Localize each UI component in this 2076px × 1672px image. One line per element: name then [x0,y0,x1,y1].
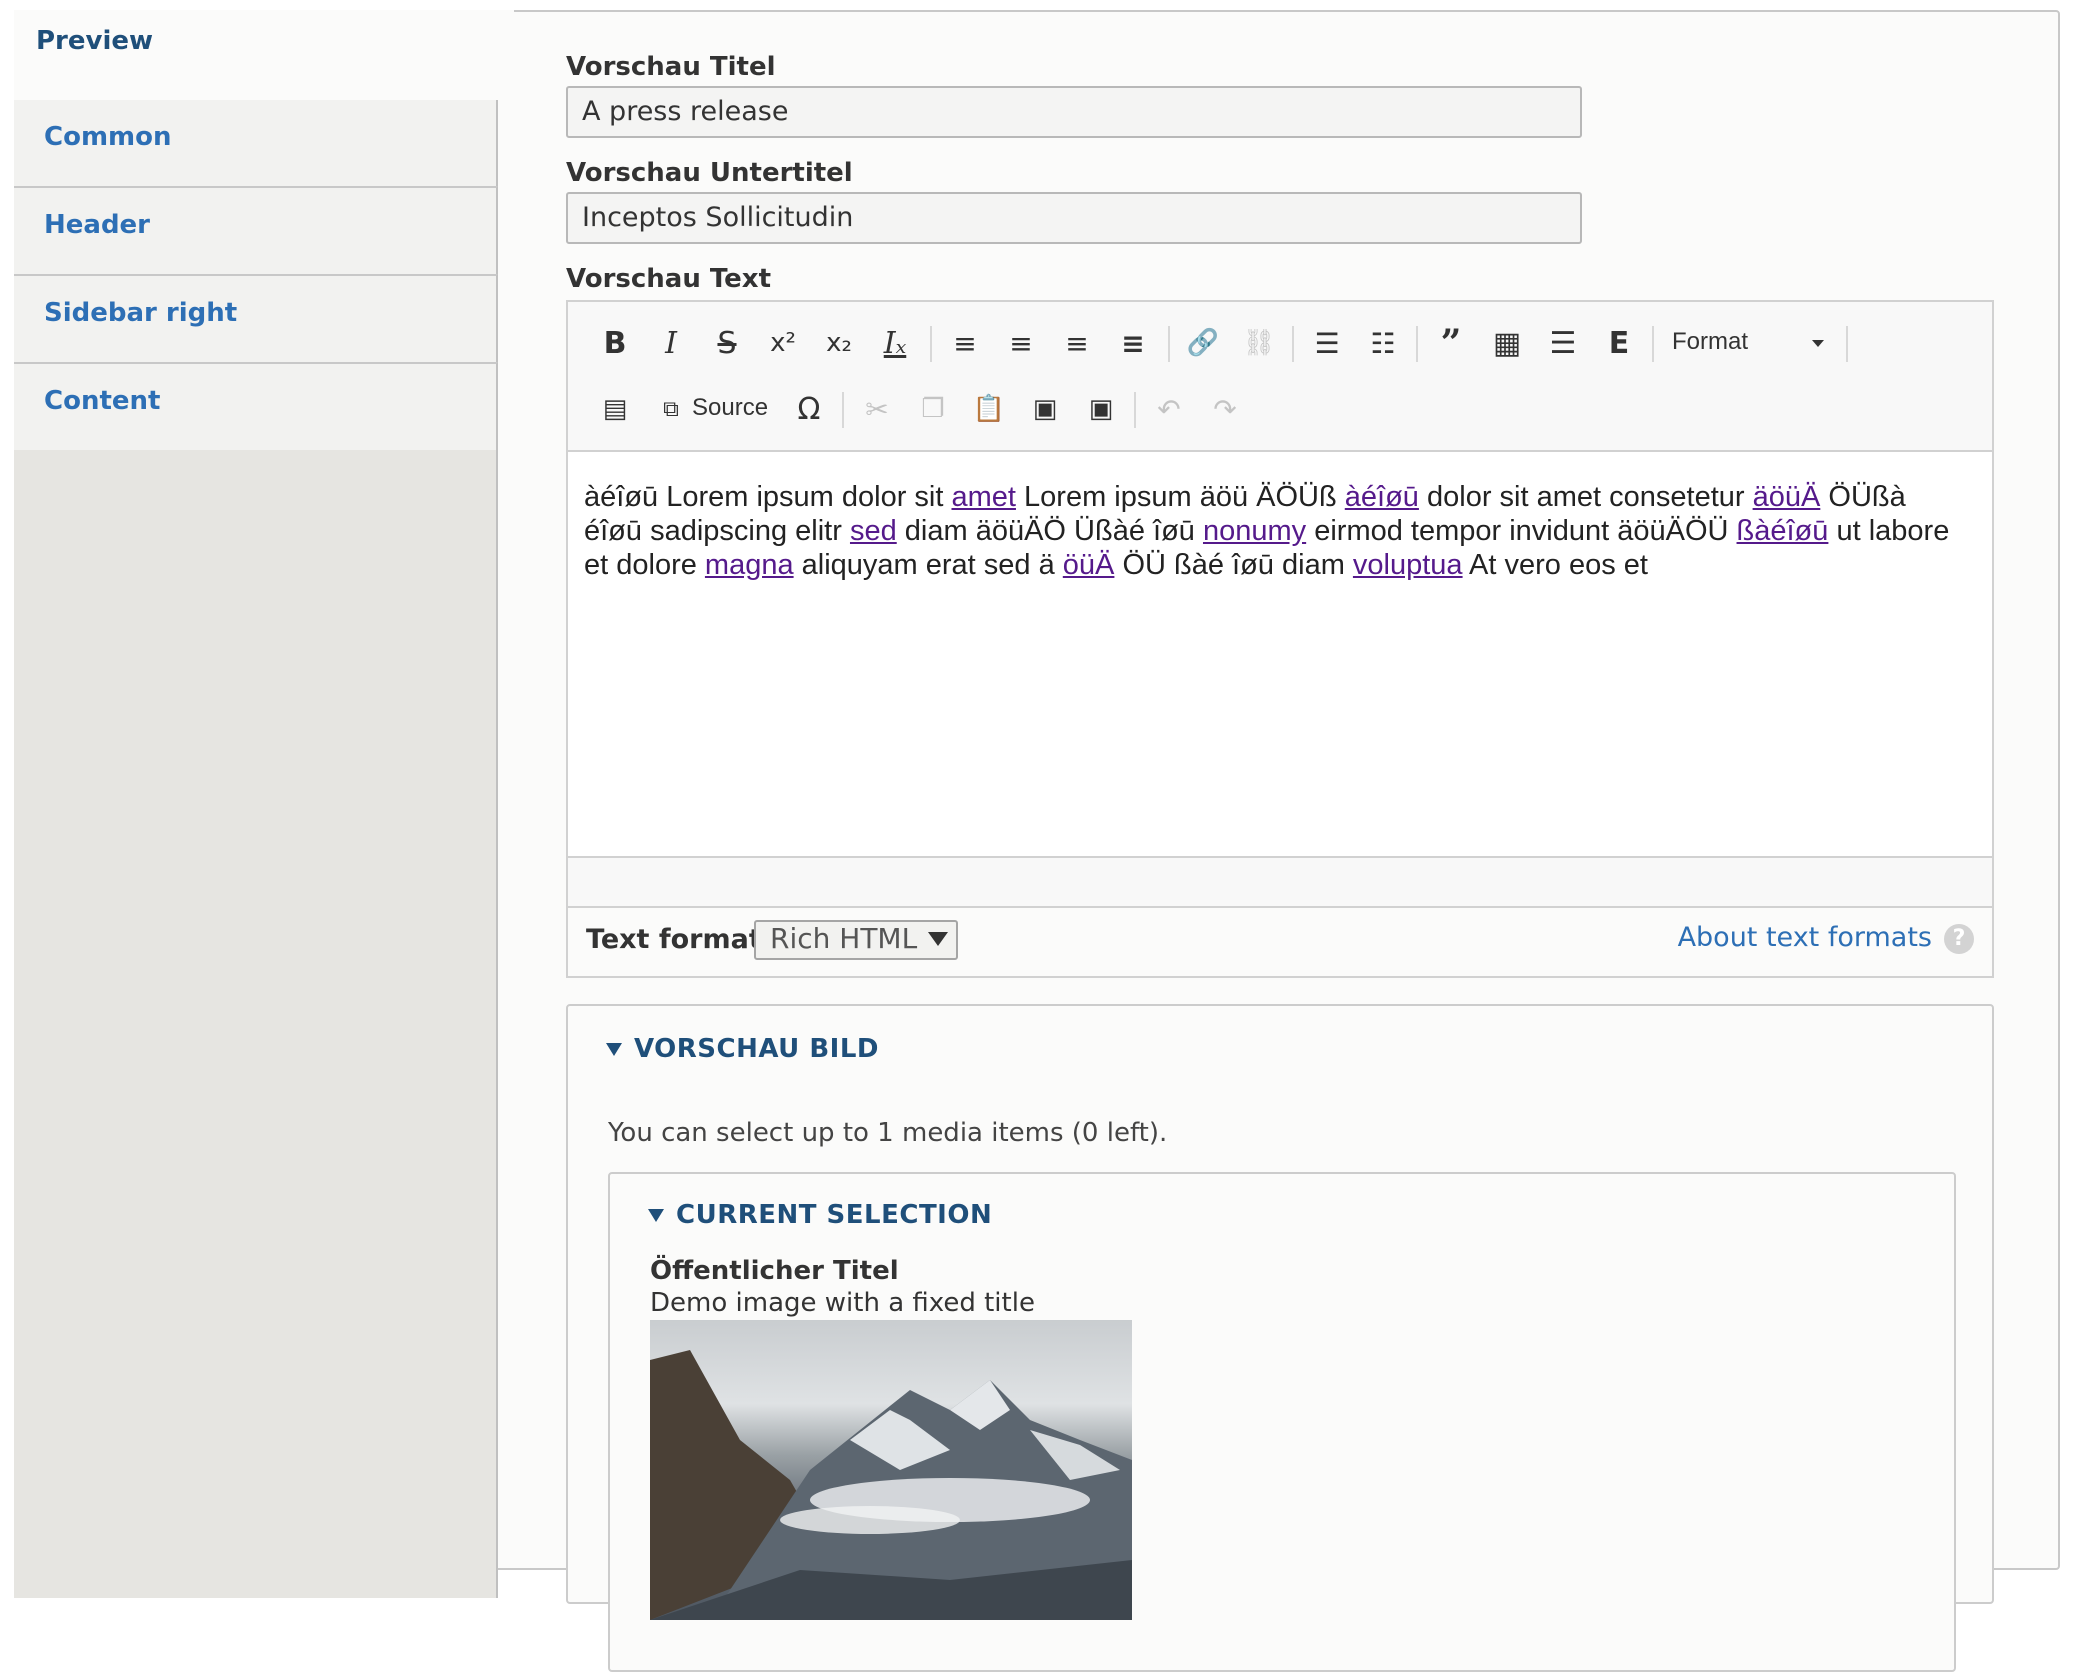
current-selection-label: CURRENT SELECTION [676,1200,993,1230]
format-dropdown[interactable]: Format [1672,328,1748,356]
media-item-title: Demo image with a fixed title [650,1288,1035,1318]
justify-icon[interactable]: ≡ [1110,320,1156,366]
media-summary[interactable]: VORSCHAU BILD [606,1034,879,1064]
subscript-icon[interactable]: x₂ [816,320,862,366]
tab-header[interactable]: Header [14,186,498,274]
editor-text: At vero eos et [1462,549,1648,581]
help-icon[interactable]: ? [1944,924,1974,954]
table-icon[interactable]: ▦ [1484,320,1530,366]
media-thumbnail-image[interactable] [650,1320,1132,1620]
editor-link[interactable]: äöüÄ [1753,481,1821,513]
vertical-tabs: Preview Common Header Sidebar right Cont… [14,10,514,1598]
paste-icon[interactable]: 📋 [966,386,1012,432]
toolbar-separator [930,326,932,362]
editor-text: Lorem ipsum äöü ÄÖÜß [1015,481,1345,513]
align-right-icon[interactable]: ≡ [942,320,988,366]
editor-text: eirmod tempor invidunt äöüÄÖÜ [1306,515,1737,547]
mountain-image [650,1350,1132,1620]
format-dropdown-arrow-icon[interactable] [1812,340,1824,347]
remove-format-icon[interactable]: Iₓ [872,320,918,366]
toolbar-separator [1292,326,1294,362]
align-center-icon[interactable]: ≡ [1054,320,1100,366]
redo-icon[interactable]: ↷ [1202,386,1248,432]
tab-preview[interactable]: Preview [14,10,514,100]
paste-text-icon[interactable]: ▣ [1022,386,1068,432]
text-format-selected: Rich HTML [770,922,918,955]
editor-link[interactable]: magna [705,549,794,581]
toolbar-separator [1168,326,1170,362]
toolbar-separator [1652,326,1654,362]
italic-icon[interactable]: I [648,320,694,366]
editor-link[interactable]: öüÄ [1063,549,1115,581]
media-summary-label: VORSCHAU BILD [634,1034,879,1064]
show-blocks-icon[interactable]: ▤ [592,386,638,432]
editor-link[interactable]: sed [850,515,897,547]
editor-link[interactable]: amet [951,481,1015,513]
align-left-icon[interactable]: ≡ [998,320,1044,366]
entity-embed-icon[interactable]: E [1596,320,1642,366]
bulleted-list-icon[interactable]: ☰ [1304,320,1350,366]
editor-text: dolor sit amet consetetur [1418,481,1753,513]
cut-icon[interactable]: ✂ [854,386,900,432]
toolbar-separator [842,392,844,428]
blockquote-icon[interactable]: ” [1428,320,1474,366]
current-selection-details: CURRENT SELECTION Öffentlicher Titel Dem… [608,1172,1956,1672]
editor-link[interactable]: voluptua [1353,549,1463,581]
text-format-select[interactable]: Rich HTML [754,920,958,960]
text-format-row: Text format Rich HTML About text formats… [566,906,1994,978]
toolbar-separator [1846,326,1848,362]
editor-content-area[interactable]: àéîøū Lorem ipsum dolor sit amet Lorem i… [584,480,1962,582]
rich-text-editor: B I S x² x₂ Iₓ ≡ ≡ ≡ ≡ 🔗 ⛓ ☰ ☷ ” ▦ ☰ E F… [566,300,1994,976]
undo-icon[interactable]: ↶ [1146,386,1192,432]
expanded-triangle-icon [648,1209,664,1222]
editor-text: aliquyam erat sed ä [793,549,1063,581]
select-arrow-icon [928,932,948,946]
special-char-icon[interactable]: Ω [786,386,832,432]
media-details: VORSCHAU BILD You can select up to 1 med… [566,1004,1994,1672]
text-format-label: Text format [586,924,762,955]
editor-text: àéîøū Lorem ipsum dolor sit [584,481,952,513]
editor-text: diam äöüÄÖ Üßàé îøū [896,515,1203,547]
about-text-formats-link[interactable]: About text formats [1678,922,1932,953]
strikethrough-icon[interactable]: S [704,320,750,366]
title-input[interactable]: A press release [566,86,1582,138]
bold-icon[interactable]: B [592,320,638,366]
current-selection-summary[interactable]: CURRENT SELECTION [648,1200,992,1230]
text-label: Vorschau Text [566,264,772,294]
title-label: Vorschau Titel [566,52,776,82]
superscript-icon[interactable]: x² [760,320,806,366]
editor-toolbar: B I S x² x₂ Iₓ ≡ ≡ ≡ ≡ 🔗 ⛓ ☰ ☷ ” ▦ ☰ E F… [568,302,1992,452]
link-icon[interactable]: 🔗 [1180,320,1226,366]
editor-text: ÖÜ ßàé îøū diam [1114,549,1353,581]
subtitle-input[interactable]: Inceptos Sollicitudin [566,192,1582,244]
media-description: You can select up to 1 media items (0 le… [608,1118,1168,1148]
media-item-field-label: Öffentlicher Titel [650,1256,899,1286]
source-icon[interactable]: ⧉ [648,386,694,432]
tab-sidebar-right[interactable]: Sidebar right [14,274,498,362]
copy-icon[interactable]: ❐ [910,386,956,432]
toolbar-separator [1416,326,1418,362]
tab-content[interactable]: Content [14,362,498,450]
source-button[interactable]: Source [692,394,768,422]
editor-link[interactable]: àéîøū [1345,481,1419,513]
numbered-list-icon[interactable]: ☷ [1360,320,1406,366]
horizontal-rule-icon[interactable]: ☰ [1540,320,1586,366]
unlink-icon[interactable]: ⛓ [1236,320,1282,366]
editor-link[interactable]: ßàéîøū [1737,515,1829,547]
subtitle-label: Vorschau Untertitel [566,158,853,188]
expanded-triangle-icon [606,1043,622,1056]
tab-common[interactable]: Common [14,98,498,186]
editor-link[interactable]: nonumy [1203,515,1306,547]
toolbar-separator [1134,392,1136,428]
paste-word-icon[interactable]: ▣ [1078,386,1124,432]
